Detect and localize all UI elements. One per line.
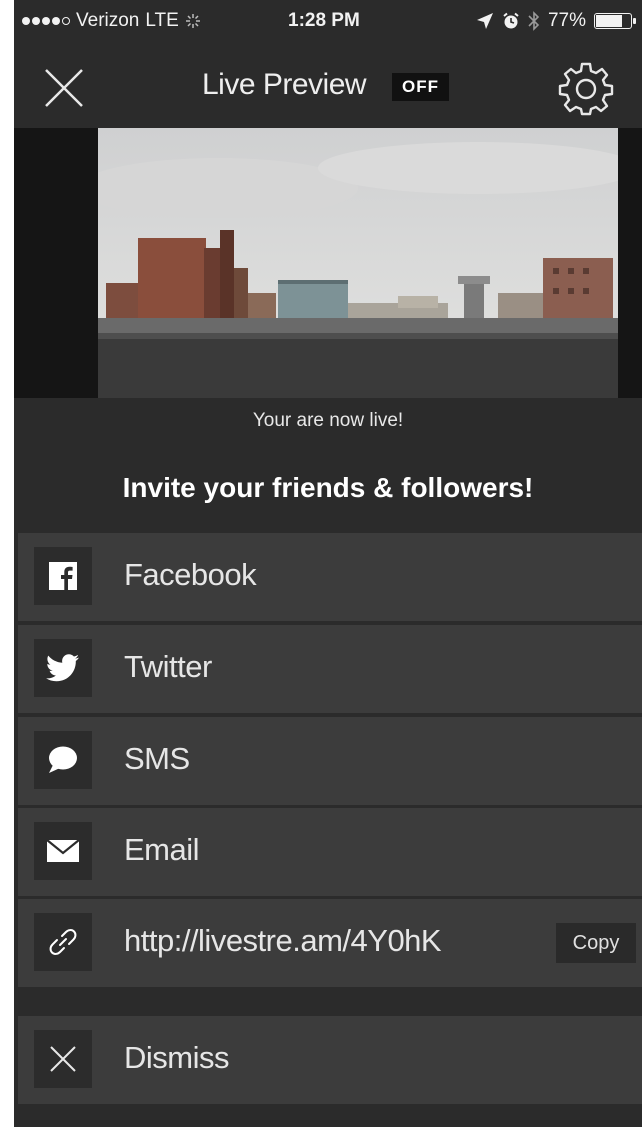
share-sms-label: SMS xyxy=(124,741,190,776)
invite-heading: Invite your friends & followers! xyxy=(122,472,534,503)
nav-bar: Live Preview OFF xyxy=(14,44,642,128)
battery-percent: 77% xyxy=(547,10,586,31)
close-icon[interactable] xyxy=(40,64,88,112)
status-left: Verizon LTE xyxy=(22,10,201,32)
bluetooth-icon xyxy=(528,11,540,31)
link-icon xyxy=(34,913,92,971)
share-email-label: Email xyxy=(124,832,200,867)
preview-toggle-badge[interactable]: OFF xyxy=(392,73,449,101)
share-link-url: http://livestre.am/4Y0hK xyxy=(124,923,442,958)
close-icon xyxy=(34,1030,92,1088)
camera-preview xyxy=(14,128,642,398)
share-facebook-label: Facebook xyxy=(124,557,257,592)
location-arrow-icon xyxy=(476,13,493,29)
signal-strength-icon xyxy=(22,17,70,25)
share-email-row[interactable]: Email xyxy=(18,808,642,896)
envelope-icon xyxy=(34,822,92,880)
share-twitter-label: Twitter xyxy=(124,649,212,684)
chat-bubble-icon xyxy=(34,731,92,789)
page-title: Live Preview xyxy=(202,68,367,101)
status-bar: Verizon LTE 1:28 PM 77% xyxy=(14,0,642,44)
share-twitter-row[interactable]: Twitter xyxy=(18,625,642,713)
share-link-row: http://livestre.am/4Y0hK Copy xyxy=(18,899,642,987)
camera-preview-image xyxy=(98,128,618,398)
battery-fill xyxy=(596,15,622,27)
network-type: LTE xyxy=(145,10,179,31)
share-sms-row[interactable]: SMS xyxy=(18,717,642,805)
live-share-screen: Verizon LTE 1:28 PM 77% Live Preview OFF… xyxy=(14,0,642,1127)
gear-icon[interactable] xyxy=(558,60,614,116)
status-time: 1:28 PM xyxy=(288,10,360,31)
twitter-icon xyxy=(34,639,92,697)
alarm-icon xyxy=(503,12,519,29)
copy-link-button[interactable]: Copy xyxy=(556,923,636,963)
dismiss-label: Dismiss xyxy=(124,1040,230,1075)
share-facebook-row[interactable]: Facebook xyxy=(18,533,642,621)
status-right: 77% xyxy=(476,10,636,32)
facebook-icon xyxy=(34,547,92,605)
carrier-name: Verizon xyxy=(76,10,140,31)
battery-icon xyxy=(594,13,636,29)
activity-icon xyxy=(185,14,200,28)
live-status-text: Your are now live! xyxy=(252,410,404,431)
dismiss-row[interactable]: Dismiss xyxy=(18,1016,642,1104)
